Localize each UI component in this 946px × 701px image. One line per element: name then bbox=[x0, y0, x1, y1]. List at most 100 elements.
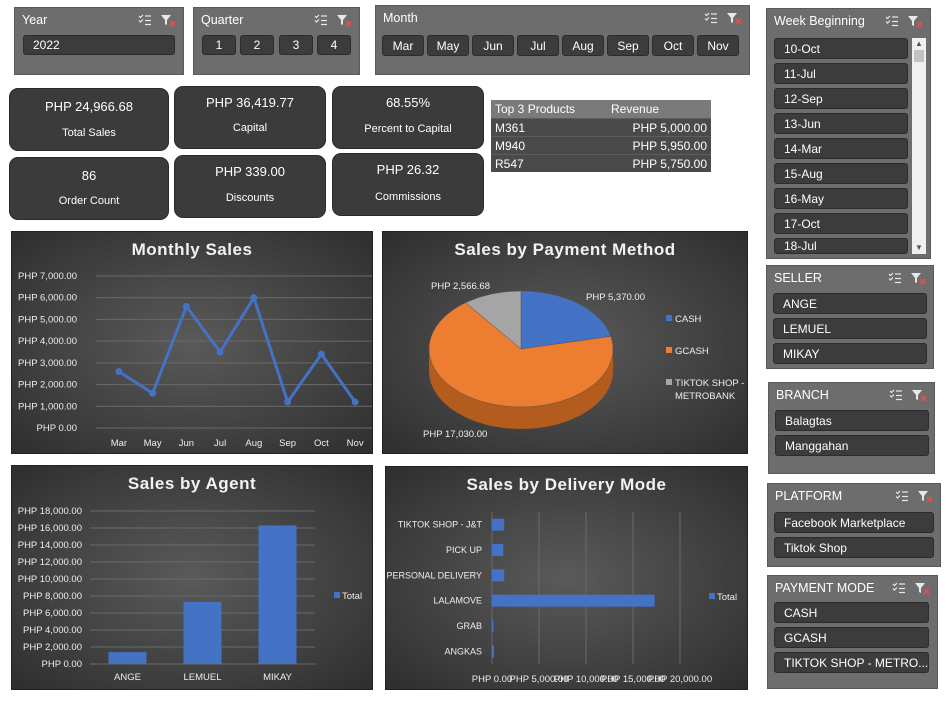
month-item[interactable]: Oct bbox=[652, 35, 694, 56]
kpi-label: Discounts bbox=[225, 192, 275, 204]
quarter-item[interactable]: 2 bbox=[240, 35, 274, 55]
month-item[interactable]: Aug bbox=[562, 35, 604, 56]
multi-select-icon[interactable] bbox=[889, 389, 903, 401]
table-header-cell: Revenue bbox=[611, 102, 660, 116]
y-tick-label: PHP 7,000.00 bbox=[18, 271, 77, 282]
multi-select-icon[interactable] bbox=[138, 14, 152, 26]
scroll-up-icon[interactable]: ▲ bbox=[912, 38, 926, 50]
x-tick-label: Nov bbox=[347, 438, 364, 449]
week-item[interactable]: 10-Oct bbox=[774, 38, 908, 59]
clear-filter-icon[interactable] bbox=[917, 490, 933, 503]
scroll-down-icon[interactable]: ▼ bbox=[912, 242, 926, 254]
legend-label: METROBANK bbox=[675, 391, 736, 402]
table-cell: PHP 5,750.00 bbox=[632, 156, 707, 171]
y-tick-label: PHP 1,000.00 bbox=[18, 401, 77, 412]
payment-item[interactable]: TIKTOK SHOP - METRO... bbox=[774, 652, 929, 673]
week-item[interactable]: 15-Aug bbox=[774, 163, 908, 184]
y-tick-label: PHP 0.00 bbox=[37, 423, 78, 434]
month-slicer: Month Mar May Jun Jul Aug Sep Oct Nov bbox=[375, 5, 750, 75]
table-header: Top 3 Products Revenue bbox=[491, 100, 711, 118]
legend-label: Total bbox=[342, 591, 362, 602]
data-point bbox=[216, 348, 224, 356]
month-item[interactable]: Nov bbox=[697, 35, 739, 56]
multi-select-icon[interactable] bbox=[704, 12, 718, 24]
seller-item[interactable]: ANGE bbox=[773, 293, 927, 314]
month-item[interactable]: Jun bbox=[472, 35, 514, 56]
clear-filter-icon[interactable] bbox=[914, 582, 930, 595]
kpi-value: 86 bbox=[81, 168, 97, 183]
legend-swatch bbox=[666, 379, 672, 385]
seller-item[interactable]: MIKAY bbox=[773, 343, 927, 364]
week-item[interactable]: 12-Sep bbox=[774, 88, 908, 109]
x-tick-label: Sep bbox=[279, 438, 296, 449]
week-item[interactable]: 17-Oct bbox=[774, 213, 908, 234]
kpi-label: Percent to Capital bbox=[364, 123, 452, 135]
multi-select-icon[interactable] bbox=[888, 272, 902, 284]
scroll-thumb[interactable] bbox=[914, 50, 924, 62]
legend-label: GCASH bbox=[675, 346, 709, 357]
clear-filter-icon[interactable] bbox=[336, 14, 352, 27]
quarter-item[interactable]: 4 bbox=[317, 35, 351, 55]
kpi-label: Commissions bbox=[374, 191, 441, 203]
clear-filter-icon[interactable] bbox=[907, 15, 923, 28]
quarter-item[interactable]: 3 bbox=[279, 35, 313, 55]
week-item[interactable]: 16-May bbox=[774, 188, 908, 209]
quarter-slicer-header: Quarter bbox=[194, 8, 359, 32]
year-item[interactable]: 2022 bbox=[23, 35, 175, 55]
seller-slicer: SELLER ANGE LEMUEL MIKAY bbox=[766, 265, 934, 369]
week-item[interactable]: 13-Jun bbox=[774, 113, 908, 134]
clear-filter-icon[interactable] bbox=[910, 272, 926, 285]
week-item[interactable]: 18-Jul bbox=[774, 238, 908, 254]
bar bbox=[492, 544, 504, 556]
kpi-total-sales: PHP 24,966.68 Total Sales bbox=[9, 88, 169, 151]
x-tick-label: Jun bbox=[179, 438, 194, 449]
multi-select-icon[interactable] bbox=[885, 15, 899, 27]
payment-method-plot: PHP 5,370.00 PHP 17,030.00 PHP 2,566.68 CAS… bbox=[423, 281, 744, 440]
week-item[interactable]: 14-Mar bbox=[774, 138, 908, 159]
platform-item[interactable]: Facebook Marketplace bbox=[774, 512, 934, 533]
x-tick-label: PHP 20,000.00 bbox=[648, 674, 712, 685]
month-item[interactable]: Sep bbox=[607, 35, 649, 56]
branch-item[interactable]: Manggahan bbox=[775, 435, 929, 456]
bar bbox=[108, 652, 147, 664]
quarter-item[interactable]: 1 bbox=[202, 35, 236, 55]
week-scrollbar[interactable]: ▲ ▼ bbox=[912, 38, 926, 254]
kpi-label: Order Count bbox=[58, 195, 120, 207]
payment-item[interactable]: GCASH bbox=[774, 627, 929, 648]
multi-select-icon[interactable] bbox=[895, 490, 909, 502]
bar bbox=[492, 569, 505, 582]
platform-item[interactable]: Tiktok Shop bbox=[774, 537, 934, 558]
table-row: M361 PHP 5,000.00 bbox=[491, 118, 711, 136]
month-item[interactable]: May bbox=[427, 35, 469, 56]
multi-select-icon[interactable] bbox=[314, 14, 328, 26]
seller-item[interactable]: LEMUEL bbox=[773, 318, 927, 339]
table-cell: PHP 5,950.00 bbox=[632, 138, 707, 153]
kpi-percent-capital: 68.55% Percent to Capital bbox=[332, 86, 484, 149]
y-tick-label: PICK UP bbox=[446, 545, 482, 555]
kpi-order-count: 86 Order Count bbox=[9, 157, 169, 220]
y-tick-label: PHP 3,000.00 bbox=[18, 358, 77, 369]
payment-method-chart: Sales by Payment Method PHP 5,370.00 PHP … bbox=[382, 231, 748, 454]
month-item[interactable]: Jul bbox=[517, 35, 559, 56]
year-slicer-header: Year bbox=[15, 8, 183, 32]
monthly-sales-chart: Monthly Sales PHP 0.00 PHP 1,000.00 PHP 2,… bbox=[11, 231, 373, 454]
y-tick-label: PHP 18,000.00 bbox=[18, 506, 82, 517]
clear-filter-icon[interactable] bbox=[911, 389, 927, 402]
kpi-value: PHP 36,419.77 bbox=[206, 95, 294, 110]
branch-item[interactable]: Balagtas bbox=[775, 410, 929, 431]
kpi-commissions: PHP 26.32 Commissions bbox=[332, 153, 484, 216]
pie-data-label: PHP 2,566.68 bbox=[431, 281, 490, 292]
y-tick-label: PHP 0.00 bbox=[42, 659, 83, 670]
month-item[interactable]: Mar bbox=[382, 35, 424, 56]
clear-filter-icon[interactable] bbox=[160, 14, 176, 27]
payment-item[interactable]: CASH bbox=[774, 602, 929, 623]
agent-sales-plot: PHP 0.00 PHP 2,000.00 PHP 4,000.00 PHP 6,00… bbox=[18, 506, 362, 683]
week-item[interactable]: 11-Jul bbox=[774, 63, 908, 84]
agent-sales-chart: Sales by Agent PHP 0.00 PHP 2,000.00 PHP 4… bbox=[11, 465, 373, 690]
data-point bbox=[149, 389, 157, 397]
delivery-mode-chart: Sales by Delivery Mode PHP 0.00 PHP 5,000… bbox=[385, 466, 748, 690]
multi-select-icon[interactable] bbox=[892, 582, 906, 594]
clear-filter-icon[interactable] bbox=[726, 12, 742, 25]
y-tick-label: PHP 2,000.00 bbox=[23, 642, 82, 653]
table-row: M940 PHP 5,950.00 bbox=[491, 136, 711, 154]
